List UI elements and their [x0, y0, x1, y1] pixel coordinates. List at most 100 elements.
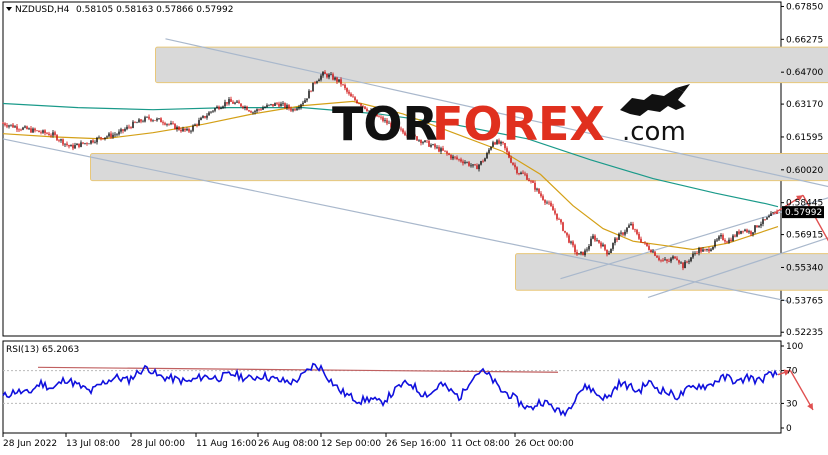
- price-bar-body: [760, 223, 762, 226]
- price-bar-body: [528, 179, 530, 182]
- price-bar-body: [630, 223, 632, 226]
- price-bar-body: [60, 139, 62, 141]
- price-bar-body: [164, 123, 166, 125]
- ohlc-label: 0.58105 0.58163 0.57866 0.57992: [76, 5, 233, 15]
- price-bar-body: [508, 152, 510, 158]
- price-bar-body: [532, 181, 534, 183]
- price-bar-body: [218, 106, 220, 109]
- price-bar-body: [510, 157, 512, 163]
- price-tick-label: 0.64700: [786, 68, 823, 78]
- price-bar-body: [766, 217, 768, 220]
- price-bar-body: [246, 106, 248, 111]
- price-bar-body: [348, 91, 350, 94]
- price-bar-body: [596, 240, 598, 241]
- price-bar-body: [232, 101, 234, 104]
- price-bar-body: [684, 261, 686, 269]
- price-bar-body: [542, 196, 544, 200]
- price-bar-body: [74, 145, 76, 149]
- price-bar-body: [44, 130, 46, 134]
- price-bar-body: [720, 235, 722, 237]
- price-bar-body: [710, 249, 712, 252]
- price-bar-body: [186, 128, 188, 131]
- price-bar-body: [590, 238, 592, 247]
- price-bar-body: [100, 137, 102, 139]
- price-bar-body: [312, 82, 314, 92]
- price-bar-body: [156, 118, 158, 121]
- price-bar-body: [278, 103, 280, 107]
- price-bar-body: [518, 173, 520, 175]
- price-bar-body: [322, 71, 324, 76]
- price-bar-body: [324, 71, 326, 74]
- price-bar-body: [584, 250, 586, 256]
- price-bar-body: [464, 162, 466, 164]
- price-bar-body: [294, 109, 296, 111]
- price-bar-body: [128, 126, 130, 128]
- price-bar-body: [290, 108, 292, 111]
- price-bar-body: [258, 109, 260, 110]
- price-bar-body: [618, 233, 620, 240]
- price-bar-body: [206, 115, 208, 118]
- price-bar-body: [34, 128, 36, 131]
- price-bar-body: [308, 90, 310, 99]
- price-bar-body: [340, 79, 342, 85]
- current-price-label: 0.57992: [785, 208, 822, 218]
- price-bar-body: [752, 232, 754, 235]
- price-bar-body: [82, 142, 84, 144]
- chart-header: NZDUSD,H4 0.58105 0.58163 0.57866 0.5799…: [6, 5, 233, 15]
- price-bar-body: [120, 129, 122, 132]
- price-bar-body: [130, 127, 132, 128]
- price-bar-body: [80, 142, 82, 147]
- price-bar-body: [56, 134, 58, 141]
- price-bar-body: [66, 143, 68, 146]
- price-bar-body: [304, 100, 306, 103]
- time-tick-label: 11 Aug 16:00: [196, 439, 257, 449]
- price-bar-body: [578, 253, 580, 255]
- price-bar-body: [200, 117, 202, 121]
- price-bar-body: [116, 134, 118, 135]
- price-bar-body: [178, 126, 180, 130]
- price-bar-body: [42, 130, 44, 133]
- price-bar-body: [664, 259, 666, 261]
- price-bar-body: [328, 74, 330, 78]
- price-bar-body: [170, 123, 172, 125]
- price-bar-body: [12, 124, 14, 128]
- price-bar-body: [302, 102, 304, 105]
- price-bar-body: [482, 161, 484, 162]
- price-bar-body: [616, 238, 618, 240]
- price-bar-body: [92, 140, 94, 143]
- price-bar-body: [480, 161, 482, 165]
- price-bar-body: [70, 145, 72, 147]
- price-bar-body: [452, 156, 454, 159]
- price-bar-body: [582, 251, 584, 256]
- price-bar-body: [320, 75, 322, 80]
- price-bar-body: [166, 123, 168, 125]
- price-bar-body: [190, 130, 192, 132]
- price-bar-body: [194, 124, 196, 126]
- price-bar-body: [648, 246, 650, 250]
- price-bar-body: [556, 213, 558, 220]
- price-bar-body: [112, 134, 114, 138]
- price-bar-body: [152, 120, 154, 122]
- price-bar-body: [468, 162, 470, 166]
- price-bar-body: [574, 245, 576, 253]
- price-bar-body: [466, 162, 468, 163]
- price-bar-body: [638, 233, 640, 239]
- price-bar-body: [594, 235, 596, 241]
- price-bar-body: [254, 111, 256, 113]
- price-bar-body: [208, 112, 210, 116]
- price-bar-body: [690, 257, 692, 262]
- chart-canvas: TOR FOREX .com NZDUSD,H4 0.58105 0.58163…: [0, 0, 828, 455]
- price-bar-body: [724, 240, 726, 242]
- price-bar-body: [110, 133, 112, 138]
- price-bar-body: [140, 119, 142, 122]
- price-bar-body: [50, 135, 52, 136]
- price-bar-body: [546, 202, 548, 204]
- price-bar-body: [284, 103, 286, 108]
- price-bar-body: [236, 101, 238, 103]
- price-bar-body: [668, 260, 670, 262]
- price-bar-body: [134, 121, 136, 123]
- price-bar-body: [84, 143, 86, 144]
- price-bar-body: [244, 106, 246, 108]
- price-bar-body: [326, 73, 328, 78]
- price-bar-body: [548, 202, 550, 204]
